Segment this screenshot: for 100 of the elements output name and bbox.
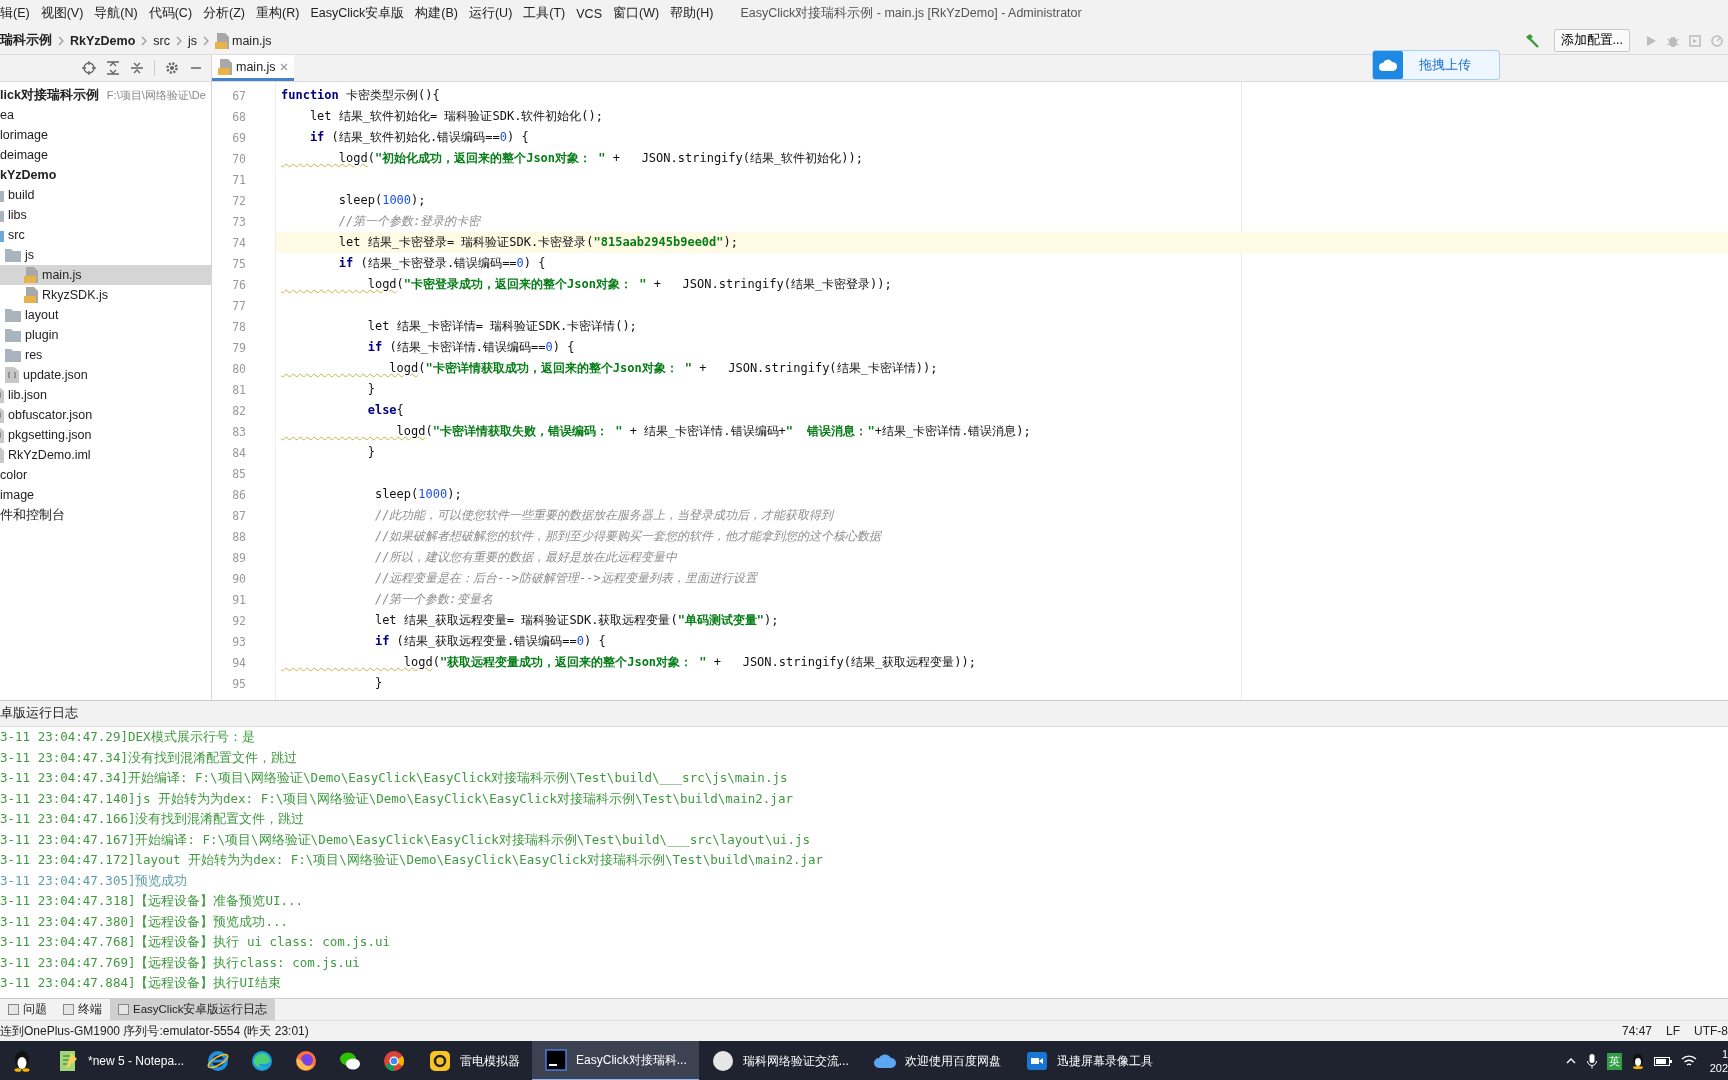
menu-item[interactable]: 分析(Z): [203, 5, 246, 22]
tree-item[interactable]: main.js: [0, 265, 211, 285]
code-line: //此功能，可以使您软件一些重要的数据放在服务器上，当登录成功后，才能获取得到: [373, 507, 836, 524]
tree-item[interactable]: src: [0, 225, 211, 245]
line-number: 80: [231, 360, 247, 378]
code-line: //第一个参数:变量名: [373, 591, 494, 608]
tool-tab[interactable]: 问题: [0, 999, 55, 1020]
taskbar-button[interactable]: *new 5 - Notepa...: [44, 1041, 197, 1080]
line-number: 94: [231, 654, 247, 672]
log-line: 3-11 23:04:47.305]预览成功: [0, 871, 189, 890]
log-line: 3-11 23:04:47.166]没有找到混淆配置文件，跳过: [0, 810, 306, 828]
taskbar-button[interactable]: 迅捷屏幕录像工具: [1012, 1041, 1165, 1080]
tree-item[interactable]: RkyzSDK.js: [0, 285, 211, 305]
menu-item[interactable]: 辑(E): [0, 5, 30, 22]
line-number: 88: [231, 528, 247, 546]
log-line: 3-11 23:04:47.172]layout 开始转为为dex: F:\项目\网络验证\Demo\EasyClick\EasyClick对接瑞科示例\Test\build\main2.jar: [0, 851, 825, 869]
editor-tab[interactable]: main.js: [212, 55, 294, 81]
line-number: 73: [231, 213, 247, 231]
line-number: 76: [231, 276, 247, 294]
code-line: //第一个参数:登录的卡密: [337, 213, 483, 230]
tree-item[interactable]: lib.json: [0, 385, 211, 405]
line-number: 74: [231, 234, 247, 252]
line-number: 72: [231, 192, 247, 210]
breadcrumb-item[interactable]: RkYzDemo: [70, 33, 136, 48]
line-number: 82: [231, 402, 247, 420]
taskbar-button[interactable]: 雷电模拟器: [416, 1041, 533, 1080]
breadcrumb-item[interactable]: main.js: [215, 32, 272, 49]
menu-item[interactable]: 重构(R): [256, 5, 300, 22]
log-line: 3-11 23:04:47.29]DEX模式展示行号：是: [0, 728, 256, 746]
log-line: 3-11 23:04:47.34]开始编译: F:\项目\网络验证\Demo\EasyClick\EasyClick对接瑞科示例\Test\build\___src\js\main.js: [0, 769, 789, 787]
cursor-position[interactable]: 74:47: [1621, 1024, 1652, 1038]
code-line: logd("卡密详情获取失败，错误编码： " + 结果_卡密详情.错误编码+" 错误消息："+结果_卡密详情.错误消息);: [395, 423, 1032, 440]
code-line: }: [366, 381, 376, 398]
line-number: 90: [231, 570, 247, 588]
line-number: 81: [231, 381, 247, 399]
tree-item[interactable]: obfuscator.json: [0, 405, 211, 425]
menu-item[interactable]: 窗口(W): [612, 5, 660, 22]
breadcrumb-item[interactable]: src: [153, 33, 170, 48]
tree-item[interactable]: deimage: [0, 145, 211, 165]
menu-item[interactable]: 工具(T): [523, 5, 566, 22]
tree-item[interactable]: res: [0, 345, 211, 365]
taskbar-button[interactable]: 欢迎使用百度网盘: [860, 1041, 1013, 1080]
tree-item[interactable]: kYzDemo: [0, 165, 211, 185]
log-line: 3-11 23:04:47.318]【远程设备】准备预览UI...: [0, 892, 305, 910]
tree-item[interactable]: pkgsetting.json: [0, 425, 211, 445]
line-number: 91: [231, 591, 247, 609]
file-encoding[interactable]: UTF-8: [1694, 1024, 1728, 1038]
code-line: sleep(1000);: [337, 192, 427, 209]
line-separator[interactable]: LF: [1666, 1024, 1680, 1038]
tool-tab[interactable]: EasyClick安卓版运行日志: [110, 999, 276, 1020]
tree-item[interactable]: 件和控制台: [0, 505, 211, 525]
tree-item[interactable]: update.json: [0, 365, 211, 385]
code-line: logd("卡密登录成功，返回来的整个Json对象： " + JSON.stringify(结果_卡密登录));: [366, 276, 893, 293]
code-line: }: [373, 675, 384, 692]
tree-item[interactable]: plugin: [0, 325, 211, 345]
taskbar-button[interactable]: 瑞科网络验证交流...: [698, 1041, 861, 1080]
line-number: 89: [231, 549, 247, 567]
menu-item[interactable]: EasyClick安卓版: [310, 5, 405, 22]
breadcrumb-item[interactable]: 瑞科示例: [0, 32, 52, 49]
tree-item[interactable]: RkYzDemo.iml: [0, 445, 211, 465]
tree-item[interactable]: libs: [0, 205, 211, 225]
log-line: 3-11 23:04:47.769]【远程设备】执行class: com.js.ui: [0, 953, 361, 972]
code-line: if (结果_获取远程变量.错误编码==0) {: [373, 633, 607, 650]
tool-tab[interactable]: 终端: [55, 999, 110, 1020]
menu-item[interactable]: 运行(U): [468, 5, 513, 22]
log-line: 3-11 23:04:47.167]开始编译: F:\项目\网络验证\Demo\EasyClick\EasyClick对接瑞科示例\Test\build\___src\layout\ui.js: [0, 830, 812, 849]
code-line: let 结果_获取远程变量= 瑞科验证SDK.获取远程变量("单码测试变量");: [373, 612, 780, 629]
tree-item[interactable]: js: [0, 245, 211, 265]
status-message: 连到OnePlus-GM1900 序列号:emulator-5554 (昨天 23:01): [0, 1022, 309, 1040]
code-line: logd("卡密详情获取成功，返回来的整个Json对象： " + JSON.stringify(结果_卡密详情));: [388, 360, 939, 377]
tree-item[interactable]: lorimage: [0, 125, 211, 145]
code-line: else{: [366, 402, 405, 419]
code-line: }: [366, 444, 376, 461]
code-line: if (结果_软件初始化.错误编码==0) {: [308, 129, 530, 146]
tree-item[interactable]: layout: [0, 305, 211, 325]
code-line: //所以，建议您有重要的数据，最好是放在此远程变量中: [373, 549, 679, 566]
line-number: 68: [231, 108, 247, 126]
tree-item[interactable]: ea: [0, 105, 211, 125]
code-line: let 结果_卡密详情= 瑞科验证SDK.卡密详情();: [366, 318, 638, 335]
line-number: 85: [231, 465, 247, 483]
log-line: 3-11 23:04:47.768]【远程设备】执行 ui class: com.js.ui: [0, 933, 391, 951]
clock[interactable]: 1 202: [1706, 1047, 1728, 1075]
upload-button[interactable]: 拖拽上传: [1372, 50, 1500, 80]
menu-item[interactable]: 构建(B): [415, 5, 458, 22]
code-line: sleep(1000);: [373, 486, 463, 503]
tree-item[interactable]: color: [0, 465, 211, 485]
breadcrumb-item[interactable]: js: [187, 33, 197, 48]
taskbar-button[interactable]: EasyClick对接瑞科...: [532, 1041, 699, 1080]
menu-item[interactable]: 帮助(H): [670, 5, 714, 22]
menu-item[interactable]: 导航(N): [94, 5, 138, 22]
menu-item[interactable]: VCS: [576, 6, 602, 21]
line-number: 71: [231, 171, 247, 189]
menu-item[interactable]: 代码(C): [148, 5, 193, 22]
line-number: 95: [231, 675, 247, 693]
log-line: 3-11 23:04:47.380]【远程设备】预览成功...: [0, 912, 290, 931]
run-configuration-button[interactable]: 添加配置...: [1553, 29, 1630, 52]
menu-item[interactable]: 视图(V): [40, 5, 84, 22]
tree-item[interactable]: build: [0, 185, 211, 205]
tree-item[interactable]: lick对接瑞科示例 F:\项目\网络验证\De: [0, 85, 211, 105]
tree-item[interactable]: image: [0, 485, 211, 505]
